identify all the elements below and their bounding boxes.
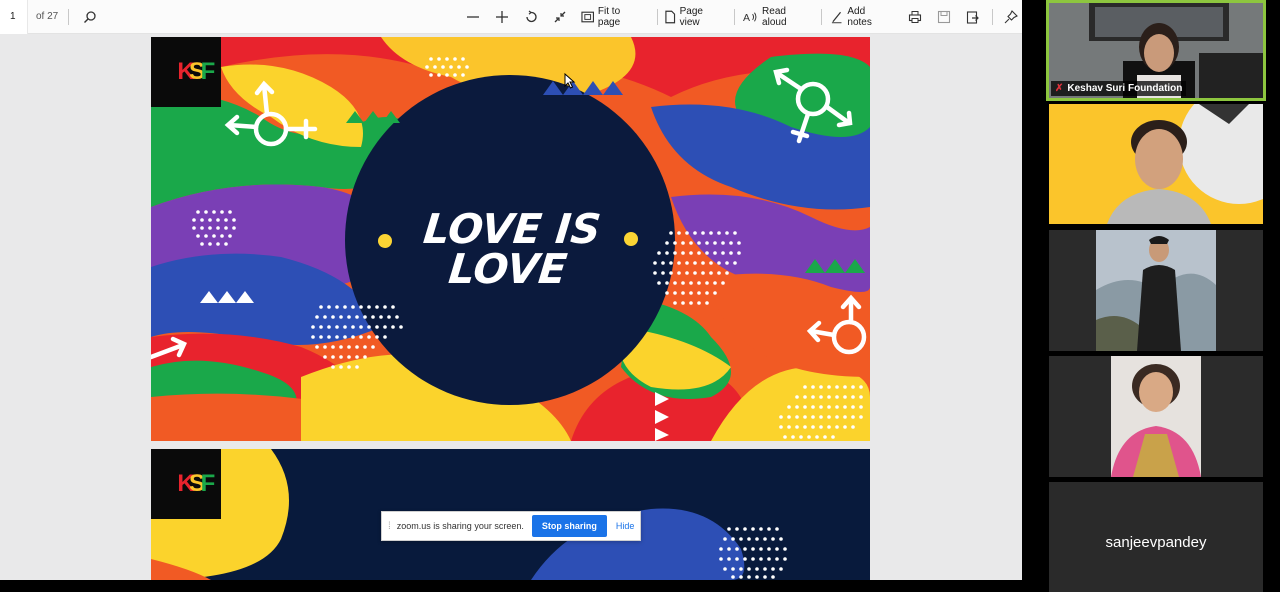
toolbar-divider xyxy=(991,9,993,25)
video-tile-3[interactable] xyxy=(1049,230,1263,351)
zoom-in-icon[interactable] xyxy=(491,6,512,28)
page-view-label: Page view xyxy=(679,6,703,28)
video-tile-2[interactable] xyxy=(1049,104,1263,224)
slide-headline: LOVE IS LOVE xyxy=(356,205,664,293)
headline-line-2: LOVE xyxy=(446,245,570,293)
participant-video-4 xyxy=(1049,356,1263,477)
toolbar-divider xyxy=(68,8,70,25)
participant-video-2 xyxy=(1049,104,1263,224)
page-current: 1 xyxy=(10,11,16,22)
read-aloud-button[interactable]: A Read aloud xyxy=(743,6,811,28)
svg-text:F: F xyxy=(201,470,216,497)
participant-name: sanjeevpandey xyxy=(1105,534,1207,551)
headline-line-1: LOVE IS xyxy=(421,205,604,253)
participant-video-3 xyxy=(1049,230,1263,351)
pdf-viewer: 1 of 27 Fit to page Page view A Read alo… xyxy=(0,0,1022,580)
save-icon[interactable] xyxy=(934,6,955,28)
toolbar-right-group: Fit to page Page view A Read aloud Add n… xyxy=(462,0,1022,34)
pin-icon[interactable] xyxy=(1001,6,1022,28)
print-icon[interactable] xyxy=(905,6,926,28)
stop-sharing-button[interactable]: Stop sharing xyxy=(531,515,607,537)
toolbar-divider xyxy=(821,9,822,25)
pdf-page-1: K S F LOVE IS LOVE xyxy=(151,37,870,441)
add-notes-label: Add notes xyxy=(847,6,872,28)
fit-to-page-icon xyxy=(580,11,594,23)
video-tile-4[interactable] xyxy=(1049,356,1263,477)
pen-icon xyxy=(831,11,842,24)
page-view-button[interactable]: Page view xyxy=(664,6,724,28)
zoom-out-icon[interactable] xyxy=(462,6,483,28)
page-number-input[interactable]: 1 xyxy=(0,0,28,34)
page-view-icon xyxy=(665,10,676,24)
page-total: of 27 xyxy=(36,11,59,22)
pdf-toolbar: 1 of 27 Fit to page Page view A Read alo… xyxy=(0,0,1022,34)
mouse-cursor-icon xyxy=(564,73,576,89)
muted-microphone-icon: ✗ xyxy=(1055,83,1064,94)
read-aloud-icon: A xyxy=(743,12,757,24)
svg-text:F: F xyxy=(201,58,216,85)
search-icon[interactable] xyxy=(79,6,101,28)
svg-text:A: A xyxy=(743,12,750,24)
ksf-logo-2: K S F xyxy=(151,449,221,519)
toolbar-divider xyxy=(733,9,735,25)
fit-to-page-label: Fit to page xyxy=(597,6,621,28)
ksf-logo: K S F xyxy=(151,37,221,107)
video-tile-active-speaker[interactable]: ✗ Keshav Suri Foundation xyxy=(1046,0,1266,101)
participant-name: Keshav Suri Foundation xyxy=(1067,83,1183,94)
drag-handle-icon[interactable]: ⁞ xyxy=(388,521,391,532)
read-aloud-label: Read aloud xyxy=(762,6,787,28)
add-notes-button[interactable]: Add notes xyxy=(830,6,891,28)
bottom-edge xyxy=(0,580,1022,592)
hide-banner-button[interactable]: Hide xyxy=(616,521,635,531)
share-message: zoom.us is sharing your screen. xyxy=(396,521,524,531)
toolbar-divider xyxy=(657,9,659,25)
fit-to-page-button[interactable]: Fit to page xyxy=(580,6,644,28)
share-icon[interactable] xyxy=(963,6,984,28)
video-tile-5[interactable]: sanjeevpandey xyxy=(1049,482,1263,592)
fullscreen-exit-icon[interactable] xyxy=(549,6,570,28)
screen-share-banner: ⁞ zoom.us is sharing your screen. Stop s… xyxy=(381,511,641,541)
video-gallery: ✗ Keshav Suri Foundation sanjeevpandey xyxy=(1022,0,1280,592)
participant-name-tag: ✗ Keshav Suri Foundation xyxy=(1051,81,1187,96)
rotate-icon[interactable] xyxy=(520,6,541,28)
